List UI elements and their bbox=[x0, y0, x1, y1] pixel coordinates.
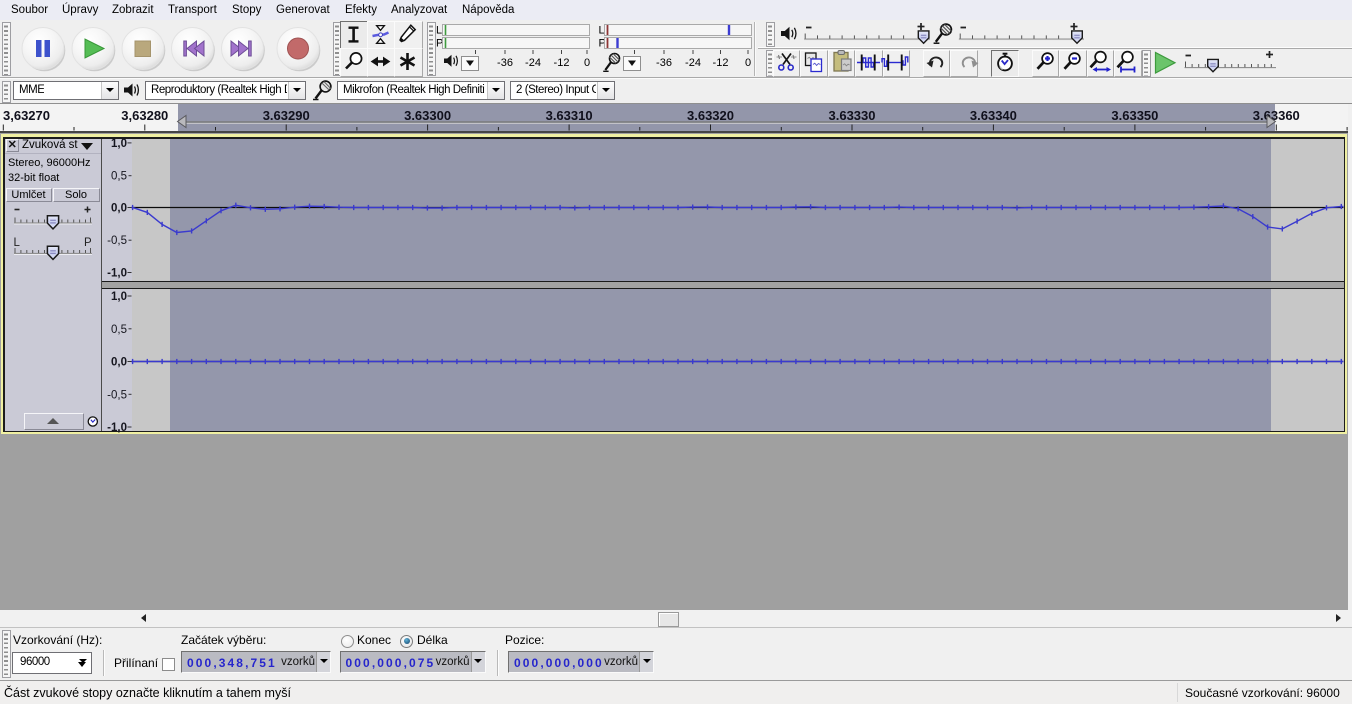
svg-text:0,5: 0,5 bbox=[111, 324, 127, 336]
svg-text:3.63310: 3.63310 bbox=[546, 108, 593, 123]
svg-text:3.63320: 3.63320 bbox=[687, 108, 734, 123]
svg-text:3.63300: 3.63300 bbox=[404, 108, 451, 123]
svg-text:-0,5: -0,5 bbox=[107, 235, 127, 247]
svg-text:1,0: 1,0 bbox=[111, 138, 127, 150]
svg-text:1,0: 1,0 bbox=[111, 291, 127, 303]
svg-text:0,0: 0,0 bbox=[111, 357, 127, 369]
svg-text:0,5: 0,5 bbox=[111, 171, 127, 183]
svg-text:3.63290: 3.63290 bbox=[263, 108, 310, 123]
svg-text:0,0: 0,0 bbox=[111, 203, 127, 215]
svg-text:3.63350: 3.63350 bbox=[1111, 108, 1158, 123]
svg-text:-0,5: -0,5 bbox=[107, 389, 127, 401]
svg-text:-1,0: -1,0 bbox=[107, 422, 127, 434]
svg-text:-1,0: -1,0 bbox=[107, 268, 127, 280]
svg-text:3.63340: 3.63340 bbox=[970, 108, 1017, 123]
svg-text:3.63360: 3.63360 bbox=[1253, 108, 1300, 123]
svg-text:3.63330: 3.63330 bbox=[829, 108, 876, 123]
